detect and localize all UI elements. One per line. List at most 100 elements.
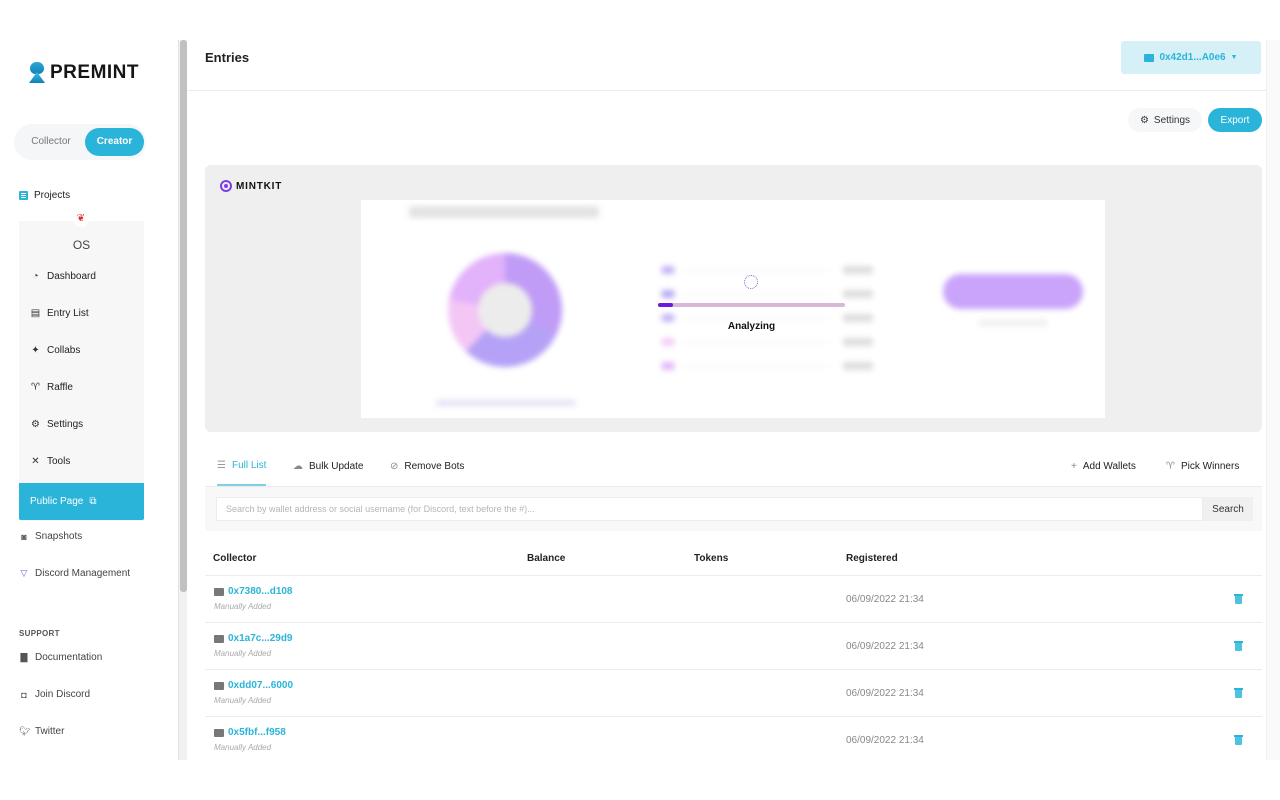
plus-icon: + <box>1071 461 1077 472</box>
entry-source: Manually Added <box>214 649 272 658</box>
column-header-registered[interactable]: Registered <box>846 553 898 564</box>
registered-date: 06/09/2022 21:34 <box>846 735 924 746</box>
analysis-progress-fill <box>658 303 673 307</box>
search-input[interactable] <box>216 497 1203 521</box>
external-link-icon: ⧉ <box>89 496 97 507</box>
legend-row <box>661 362 873 372</box>
sidebar-item-label: Entry List <box>47 308 89 319</box>
sparkle-icon: ✦ <box>31 345 40 356</box>
sidebar-item-label: Raffle <box>47 382 73 393</box>
settings-label: Settings <box>1153 114 1191 126</box>
sidebar-item-tools[interactable]: ✕ Tools <box>30 456 70 467</box>
role-collector-button[interactable]: Collector <box>20 128 82 156</box>
sidebar-item-collabs[interactable]: ✦ Collabs <box>30 345 80 356</box>
legend-row <box>661 266 873 276</box>
sidebar-item-discord-management[interactable]: ▽ Discord Management <box>19 568 131 579</box>
wallet-icon <box>214 728 224 737</box>
project-name[interactable]: OS <box>19 238 144 252</box>
column-header-collector[interactable]: Collector <box>213 553 256 564</box>
project-panel <box>19 221 144 521</box>
public-page-label: Public Page <box>30 496 84 507</box>
holder-chart-card <box>361 200 1105 418</box>
column-header-balance[interactable]: Balance <box>527 553 565 564</box>
sidebar-scrollbar-thumb[interactable] <box>180 40 187 592</box>
sidebar-item-projects[interactable]: Projects <box>19 190 70 201</box>
export-button[interactable]: Export <box>1208 108 1262 132</box>
support-link-join-discord[interactable]: ◘ Join Discord <box>19 689 90 700</box>
analysis-status: Analyzing <box>727 321 776 332</box>
support-link-documentation[interactable]: ▇ Documentation <box>19 652 103 663</box>
entry-tabs: ☰ Full List ☁ Bulk Update ⊘ Remove Bots … <box>205 447 1262 487</box>
mintkit-brand: MINTKIT <box>236 180 283 192</box>
column-header-tokens[interactable]: Tokens <box>694 553 728 564</box>
settings-button[interactable]: ⚙ Settings <box>1128 108 1202 132</box>
public-page-link[interactable]: Public Page ⧉ <box>19 483 144 520</box>
registered-date: 06/09/2022 21:34 <box>846 688 924 699</box>
trophy-icon: ♈ <box>31 382 40 393</box>
main-scrollbar[interactable] <box>1266 40 1280 760</box>
mintkit-logo: MINTKIT <box>220 180 282 192</box>
wallet-address-link[interactable]: 0x7380...d108 <box>214 586 293 597</box>
support-link-label: Documentation <box>35 652 103 663</box>
caret-down-icon: ▼ <box>1230 54 1238 61</box>
shield-discord-icon: ▽ <box>20 568 28 578</box>
brand-name: PREMINT <box>50 62 139 83</box>
page-title: Entries <box>205 50 250 65</box>
sidebar-scrollbar[interactable] <box>178 40 187 760</box>
trash-icon[interactable] <box>1234 734 1243 745</box>
entry-source: Manually Added <box>214 602 272 611</box>
wallet-address: 0xdd07...6000 <box>228 680 294 691</box>
add-wallets-button[interactable]: + Add Wallets <box>1071 447 1136 486</box>
gear-icon: ⚙ <box>1139 114 1149 126</box>
trash-icon[interactable] <box>1234 687 1243 698</box>
tab-remove-bots[interactable]: ⊘ Remove Bots <box>390 447 464 486</box>
sidebar-item-label: Discord Management <box>35 568 131 579</box>
search-bar: Search <box>205 487 1262 531</box>
wallet-address-link[interactable]: 0xdd07...6000 <box>214 680 293 691</box>
registered-date: 06/09/2022 21:34 <box>846 641 924 652</box>
support-heading: SUPPORT <box>19 629 60 638</box>
premint-logo[interactable]: PREMINT <box>28 62 139 84</box>
entry-source: Manually Added <box>214 696 272 705</box>
tab-bulk-update[interactable]: ☁ Bulk Update <box>293 447 363 486</box>
role-creator-button[interactable]: Creator <box>85 128 144 156</box>
gear-icon: ⚙ <box>31 419 40 430</box>
analysis-progress-bar <box>658 303 845 307</box>
discord-icon: ◘ <box>21 689 27 700</box>
table-row: 0x5fbf...f958 Manually Added 06/09/2022 21… <box>205 717 1262 760</box>
list-icon: ▤ <box>30 308 41 319</box>
trophy-icon: ♈ <box>1166 461 1175 472</box>
table-row: 0x1a7c...29d9 Manually Added 06/09/2022 21… <box>205 623 1262 670</box>
chart-legend-placeholder <box>436 400 576 406</box>
search-button[interactable]: Search <box>1203 497 1253 521</box>
list-icon: ☰ <box>217 460 226 471</box>
sidebar-item-dashboard[interactable]: ◔ Dashboard <box>30 271 96 282</box>
legend-row <box>661 338 873 348</box>
sidebar-item-label: Dashboard <box>47 271 96 282</box>
main-content: Entries 0x42d1...A0e6 ▼ ⚙ Settings Expor… <box>187 40 1280 760</box>
tab-label: Full List <box>231 460 267 471</box>
sidebar-item-settings[interactable]: ⚙ Settings <box>30 419 83 430</box>
tab-full-list[interactable]: ☰ Full List <box>217 447 267 486</box>
support-link-twitter[interactable]: 🐦︎ Twitter <box>19 726 64 737</box>
sidebar-item-entry-list[interactable]: ▤ Entry List <box>30 308 89 319</box>
sidebar-item-snapshots[interactable]: ◙ Snapshots <box>19 531 82 542</box>
premint-logo-icon <box>28 62 46 84</box>
sidebar-item-label: Settings <box>47 419 84 430</box>
table-header: Collector Balance Tokens Registered <box>205 545 1262 576</box>
wallet-icon <box>214 634 224 643</box>
wallet-address: 0x5fbf...f958 <box>228 727 286 738</box>
entries-table: Collector Balance Tokens Registered 0x73… <box>205 545 1262 760</box>
download-button-blurred <box>943 274 1083 309</box>
tab-label: Remove Bots <box>404 461 465 472</box>
trash-icon[interactable] <box>1234 593 1243 604</box>
wallet-address-link[interactable]: 0x1a7c...29d9 <box>214 633 293 644</box>
pick-winners-button[interactable]: ♈ Pick Winners <box>1166 447 1239 486</box>
trash-icon[interactable] <box>1234 640 1243 651</box>
wallet-address-link[interactable]: 0x5fbf...f958 <box>214 727 286 738</box>
role-toggle: Collector Creator <box>14 124 146 160</box>
sidebar-item-raffle[interactable]: ♈ Raffle <box>30 382 73 393</box>
app-viewport: PREMINT Collector Creator Projects ❦ OS … <box>0 40 1280 760</box>
tab-label: Add Wallets <box>1082 461 1136 472</box>
wallet-dropdown[interactable]: 0x42d1...A0e6 ▼ <box>1121 41 1261 74</box>
